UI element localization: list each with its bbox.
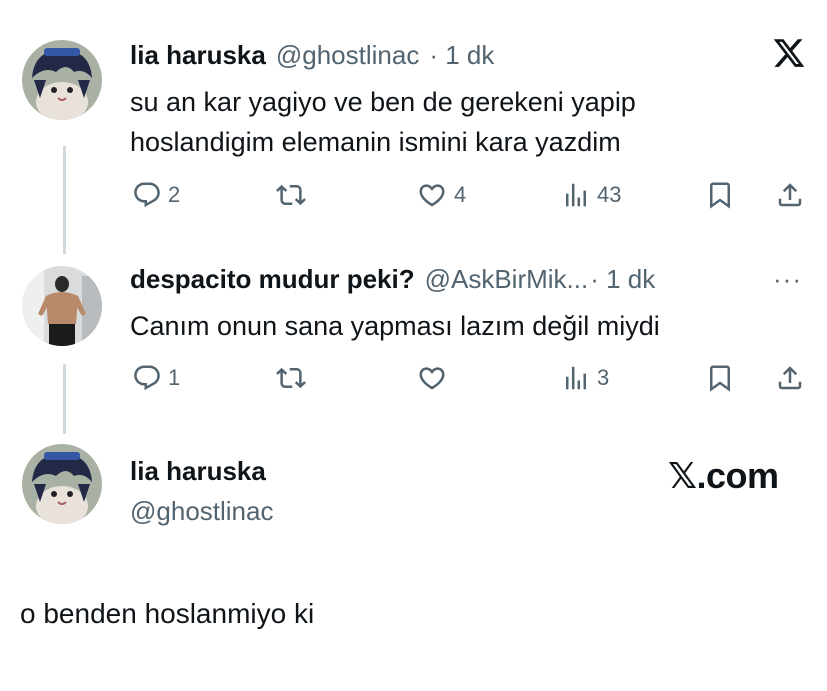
tweet-text: Canım onun sana yapması lazım değil miyd… <box>130 311 660 341</box>
thread-line <box>63 146 66 254</box>
reply-icon <box>134 365 160 391</box>
heart-icon <box>419 184 445 207</box>
share-icon <box>778 366 802 390</box>
views-button[interactable]: 3 <box>561 363 609 393</box>
reply-icon <box>134 182 160 208</box>
bookmark-button[interactable] <box>705 180 735 210</box>
timestamp[interactable]: · 1 dk <box>590 264 655 295</box>
tweet-text: su an kar yagiyo ve ben de gerekeni yapi… <box>130 82 636 162</box>
bookmark-icon <box>710 365 730 392</box>
share-icon <box>778 183 802 207</box>
tweet-header: despacito mudur peki? @AskBirMik... · 1 … <box>130 264 655 295</box>
retweet-icon <box>276 367 306 389</box>
reply-button[interactable]: 1 <box>132 363 180 393</box>
tweet-text-line: hoslandigim elemanin ismini kara yazdim <box>130 127 621 157</box>
reply-count: 2 <box>168 182 181 207</box>
author-handle[interactable]: @ghostlinac <box>130 496 273 527</box>
avatar[interactable] <box>22 266 102 346</box>
like-button[interactable]: 4 <box>416 180 466 210</box>
avatar[interactable] <box>22 444 102 524</box>
thread-line <box>63 364 66 434</box>
avatar[interactable] <box>22 40 102 120</box>
share-button[interactable] <box>775 180 805 210</box>
reply-count: 1 <box>168 365 181 390</box>
x-logo-icon <box>772 36 806 75</box>
author-name[interactable]: despacito mudur peki? <box>130 264 415 295</box>
x-com-brand: 𝕏.com <box>668 455 779 496</box>
views-count: 3 <box>597 365 610 390</box>
retweet-button[interactable] <box>275 363 313 393</box>
reply-button[interactable]: 2 <box>132 180 180 210</box>
views-icon <box>566 183 586 207</box>
author-handle[interactable]: @ghostlinac <box>276 40 419 71</box>
author-name[interactable]: lia haruska <box>130 40 266 71</box>
more-options-button[interactable]: ··· <box>773 264 802 295</box>
author-name[interactable]: lia haruska <box>130 456 266 487</box>
like-button[interactable] <box>416 363 454 393</box>
bookmark-icon <box>710 182 730 209</box>
heart-icon <box>419 367 445 390</box>
views-count: 43 <box>597 182 622 207</box>
like-count: 4 <box>454 182 467 207</box>
tweet-header: lia haruska @ghostlinac · 1 dk <box>130 40 494 71</box>
views-icon <box>566 366 586 390</box>
tweet-text-line: su an kar yagiyo ve ben de gerekeni yapi… <box>130 87 636 117</box>
views-button[interactable]: 43 <box>561 180 621 210</box>
retweet-icon <box>276 184 306 206</box>
reply-text: o benden hoslanmiyo ki <box>20 598 315 629</box>
bookmark-button[interactable] <box>705 363 735 393</box>
share-button[interactable] <box>775 363 805 393</box>
retweet-button[interactable] <box>275 180 313 210</box>
timestamp[interactable]: · 1 dk <box>429 40 494 71</box>
author-handle[interactable]: @AskBirMik... <box>425 264 589 295</box>
